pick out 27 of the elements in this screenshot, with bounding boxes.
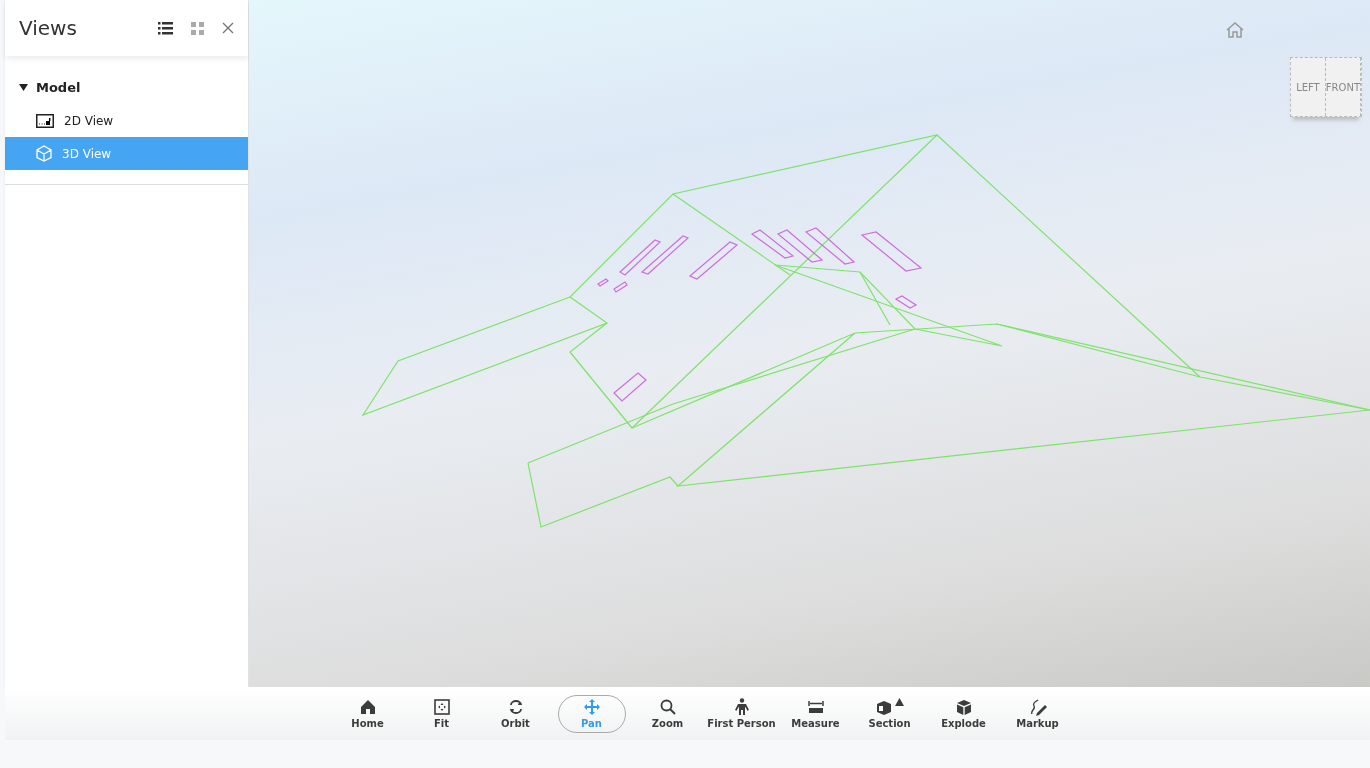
panel-title: Views <box>19 16 77 40</box>
person-icon <box>732 698 751 716</box>
toolbar-button[interactable]: Measure <box>780 694 851 733</box>
tree-item[interactable]: Model <box>5 70 248 104</box>
toolbar-button[interactable]: First Person <box>706 694 777 733</box>
home-icon <box>358 698 377 716</box>
toolbar-button[interactable]: Section <box>854 694 925 733</box>
section-box-icon <box>875 698 893 716</box>
toolbar-button[interactable]: Markup <box>1002 694 1073 733</box>
pan-icon <box>582 698 601 716</box>
toolbar-button[interactable]: Fit <box>406 694 477 733</box>
caret-icon[interactable] <box>895 698 904 706</box>
pen-icon <box>1028 698 1047 716</box>
tree-item[interactable]: 2D View <box>5 104 248 137</box>
cube-icon <box>954 698 973 716</box>
close-icon[interactable] <box>222 22 234 34</box>
search-icon <box>658 698 677 716</box>
toolbar-button[interactable]: Home <box>332 694 403 733</box>
caret-icon[interactable] <box>19 83 28 91</box>
fit-icon <box>432 698 451 716</box>
toolbar-button[interactable]: Orbit <box>480 694 551 733</box>
list-view-icon[interactable] <box>158 21 173 35</box>
sheet-icon <box>36 113 54 128</box>
toolbar-button[interactable]: Zoom <box>632 694 703 733</box>
cube-icon <box>36 145 52 162</box>
toolbar-button[interactable]: Explode <box>928 694 999 733</box>
ruler-icon <box>806 698 825 716</box>
